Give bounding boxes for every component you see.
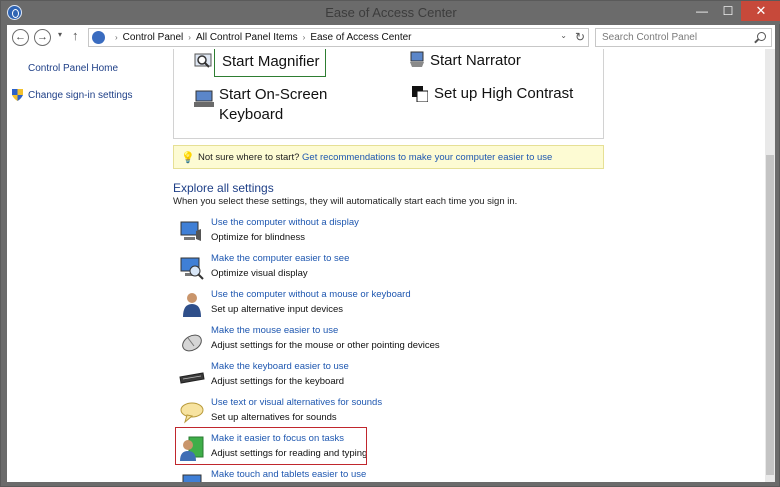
breadcrumb-separator: › [115, 33, 118, 42]
vertical-scrollbar[interactable] [765, 49, 775, 482]
quick-access-panel: Start Magnifier Start Narrator Start On-… [173, 49, 604, 139]
minimize-button[interactable]: — [689, 1, 715, 21]
back-button[interactable]: ← [12, 29, 29, 46]
start-narrator-label: Start Narrator [430, 52, 521, 69]
breadcrumb: › Control Panel › All Control Panel Items › E… [110, 32, 412, 43]
highlight-box [175, 427, 367, 465]
start-narrator-button[interactable]: Start Narrator [430, 52, 521, 69]
address-dropdown-button[interactable]: ⌄ [560, 31, 567, 40]
setting-item: Make the keyboard easier to use Adjust s… [177, 361, 597, 393]
up-button[interactable]: ↑ [72, 28, 79, 43]
setting-link-touch-tablets[interactable]: Make touch and tablets easier to use [211, 469, 366, 480]
sidebar-item-control-panel-home[interactable]: Control Panel Home [28, 63, 118, 74]
breadcrumb-ease-of-access[interactable]: Ease of Access Center [310, 32, 411, 43]
speech-bubble-icon [180, 402, 204, 424]
tip-text: Not sure where to start? Get recommendat… [198, 152, 552, 163]
refresh-button[interactable]: ↻ [575, 30, 585, 44]
breadcrumb-all-items[interactable]: All Control Panel Items [196, 32, 298, 43]
main-content: Control Panel Home Change sign-in settin… [7, 49, 775, 482]
person-icon [183, 293, 201, 317]
recent-locations-button[interactable]: ▾ [58, 30, 62, 39]
recommendations-link[interactable]: Get recommendations to make your compute… [302, 152, 552, 163]
setting-link-mouse-easier[interactable]: Make the mouse easier to use [211, 325, 338, 336]
monitor-magnifier-icon [180, 257, 204, 280]
navigation-bar: ← → ▾ ↑ › Control Panel › All Control Panel… [7, 25, 775, 49]
window-controls: — ☐ ✕ [689, 1, 780, 21]
setting-item: Make touch and tablets easier to use [177, 469, 597, 482]
breadcrumb-separator[interactable]: › [188, 33, 191, 42]
setting-item: Use text or visual alternatives for soun… [177, 397, 597, 429]
set-up-high-contrast-button[interactable]: Set up High Contrast [434, 85, 573, 102]
window-title: Ease of Access Center [325, 5, 457, 20]
ease-of-access-window: Ease of Access Center — ☐ ✕ ← → ▾ ↑ › Con… [0, 0, 780, 487]
high-contrast-icon [412, 86, 428, 102]
setting-item: Make the computer easier to see Optimize… [177, 253, 597, 285]
address-bar[interactable]: › Control Panel › All Control Panel Items › E… [88, 28, 589, 47]
shield-icon [12, 89, 23, 101]
setting-link-without-display[interactable]: Use the computer without a display [211, 217, 359, 228]
breadcrumb-control-panel[interactable]: Control Panel [123, 32, 184, 43]
explore-section-description: When you select these settings, they wil… [173, 196, 518, 207]
maximize-button[interactable]: ☐ [715, 1, 741, 21]
narrator-icon [410, 51, 424, 67]
setting-desc: Optimize visual display [211, 268, 308, 279]
sidebar-item-change-sign-in[interactable]: Change sign-in settings [28, 90, 133, 101]
monitor-speaker-icon [180, 221, 201, 241]
recommendation-tip: 💡 Not sure where to start? Get recommend… [173, 145, 604, 169]
search-placeholder: Search Control Panel [602, 32, 698, 43]
breadcrumb-separator[interactable]: › [303, 33, 306, 42]
setting-link-easier-to-see[interactable]: Make the computer easier to see [211, 253, 349, 264]
start-on-screen-keyboard-button[interactable]: Start On-Screen Keyboard [219, 85, 327, 125]
setting-desc: Set up alternatives for sounds [211, 412, 337, 423]
search-icon[interactable] [757, 32, 766, 41]
setting-item: Make the mouse easier to use Adjust sett… [177, 325, 597, 357]
setting-item: Use the computer without a display Optim… [177, 217, 597, 249]
setting-link-without-mouse-keyboard[interactable]: Use the computer without a mouse or keyb… [211, 289, 411, 300]
osk-line1: Start On-Screen [219, 86, 328, 103]
tablet-icon [182, 474, 202, 482]
magnifier-icon [194, 53, 212, 68]
setting-desc: Adjust settings for the keyboard [211, 376, 345, 387]
close-button[interactable]: ✕ [741, 1, 780, 21]
setting-link-sound-alternatives[interactable]: Use text or visual alternatives for soun… [211, 397, 382, 408]
setting-desc: Set up alternative input devices [211, 304, 344, 315]
scrollbar-thumb[interactable] [766, 155, 774, 475]
setting-desc: Optimize for blindness [211, 232, 305, 243]
keyboard-icon [179, 372, 205, 384]
search-input[interactable]: Search Control Panel [595, 28, 772, 47]
forward-button[interactable]: → [34, 29, 51, 46]
sidebar: Control Panel Home Change sign-in settin… [7, 49, 167, 482]
control-panel-icon [92, 31, 105, 44]
setting-link-keyboard-easier[interactable]: Make the keyboard easier to use [211, 361, 349, 372]
title-bar: Ease of Access Center — ☐ ✕ [1, 1, 780, 24]
lightbulb-icon: 💡 [181, 152, 195, 164]
explore-section-title: Explore all settings [173, 181, 274, 195]
tip-prefix: Not sure where to start? [198, 152, 300, 163]
osk-line2: Keyboard [219, 106, 284, 123]
start-magnifier-button[interactable]: Start Magnifier [214, 49, 326, 77]
setting-desc: Adjust settings for the mouse or other p… [211, 340, 440, 351]
mouse-icon [182, 334, 202, 352]
on-screen-keyboard-icon [194, 90, 214, 107]
setting-item: Use the computer without a mouse or keyb… [177, 289, 597, 321]
